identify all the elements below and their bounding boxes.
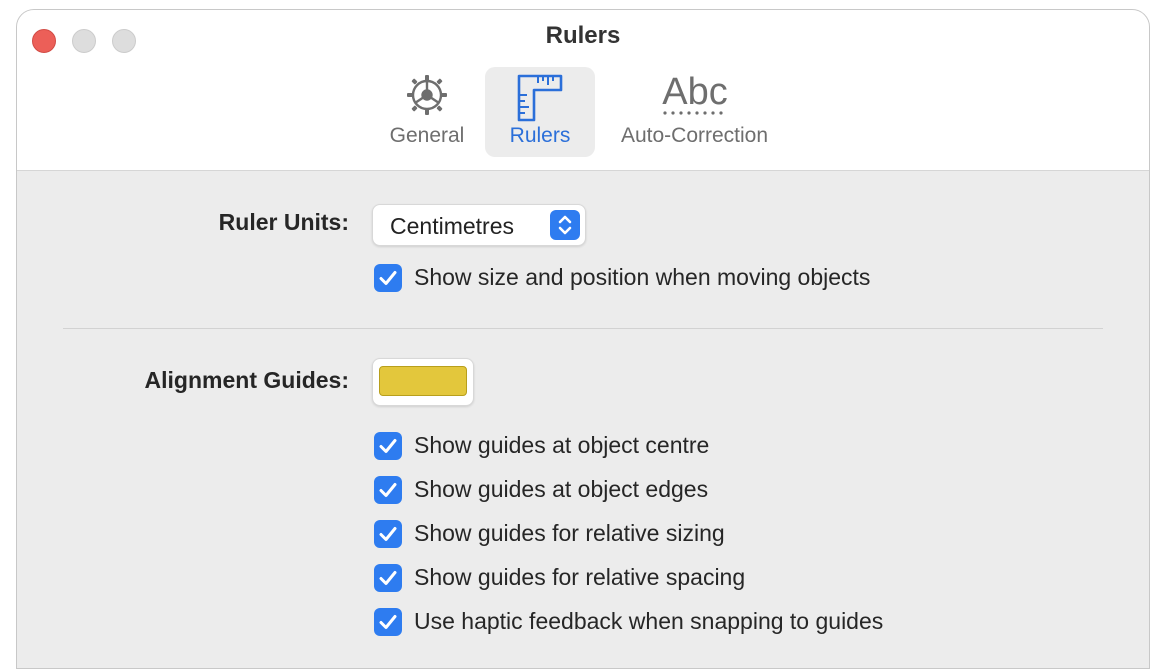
checkmark-icon [379,527,397,541]
gear-icon [404,73,450,122]
tab-auto-correction-label: Auto-Correction [620,124,769,147]
tab-rulers-label: Rulers [509,124,571,147]
up-down-chevron-icon [550,210,580,240]
guide-option-label: Show guides for relative sizing [414,520,725,546]
checkmark-icon [379,483,397,497]
tab-general[interactable]: General [374,67,480,157]
show-size-position-checkbox[interactable] [374,264,402,292]
tab-rulers[interactable]: Rulers [485,67,595,157]
alignment-guides-label: Alignment Guides: [144,367,349,393]
guide-option-label: Show guides at object centre [414,432,710,458]
ruler-units-popup[interactable]: Centimetres [372,204,586,246]
alignment-guides-color-well[interactable] [372,358,474,406]
abc-icon: Abc [655,67,735,122]
guide-option-checkbox[interactable] [374,608,402,636]
ruler-units-label: Ruler Units: [218,209,349,235]
show-size-position-label: Show size and position when moving objec… [414,264,871,290]
guide-option-checkbox[interactable] [374,520,402,548]
alignment-guides-color-swatch [379,366,467,396]
preferences-window: Rulers General Rulers Abc Auto-Correctio… [16,9,1150,669]
checkmark-icon [379,439,397,453]
toolbar: Rulers General Rulers Abc Auto-Correctio… [17,10,1149,171]
window-title: Rulers [545,22,621,49]
abc-icon-text: Abc [662,71,727,113]
section-divider [63,328,1103,329]
guide-option-checkbox[interactable] [374,476,402,504]
ruler-units-value: Centimetres [390,213,514,239]
checkmark-icon [379,615,397,629]
rulers-pane: Ruler Units: Centimetres Show size and p… [17,171,1149,668]
guide-option-label: Use haptic feedback when snapping to gui… [414,608,884,634]
checkmark-icon [379,571,397,585]
guide-option-checkbox[interactable] [374,564,402,592]
ruler-icon [515,73,565,128]
tab-general-label: General [389,124,465,147]
checkmark-icon [379,271,397,285]
guide-option-label: Show guides at object edges [414,476,709,502]
guide-option-label: Show guides for relative spacing [414,564,746,590]
guide-option-checkbox[interactable] [374,432,402,460]
tab-auto-correction[interactable]: Abc Auto-Correction [607,67,782,157]
